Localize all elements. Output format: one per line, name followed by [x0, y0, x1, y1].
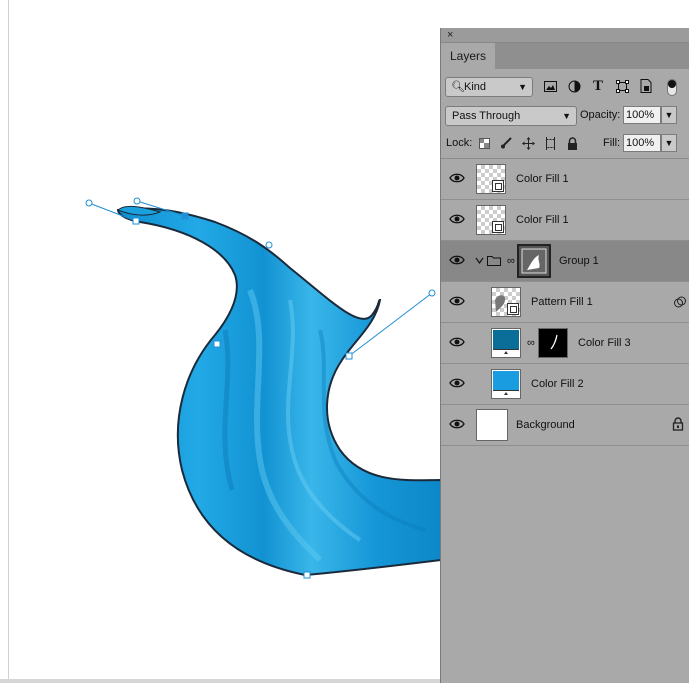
layers-panel: × Layers 🔍︎ Kind ▼ T Pass Through ▼ Opac… — [440, 28, 689, 683]
layer-row[interactable]: Color Fill 1 — [441, 159, 689, 200]
fill-input[interactable]: 100% — [623, 134, 661, 152]
layer-name: Color Fill 1 — [516, 173, 569, 185]
layers-list: Color Fill 1 Color Fill 1 ∞ Group 1 Patt… — [441, 159, 689, 446]
eye-icon[interactable] — [449, 294, 465, 308]
layer-row[interactable]: Color Fill 2 — [441, 364, 689, 405]
color-fill-thumbnail — [491, 369, 521, 399]
layer-name: Background — [516, 419, 575, 431]
color-swatch — [493, 330, 519, 350]
color-swatch — [493, 371, 519, 391]
shape-filter-icon[interactable] — [614, 78, 630, 94]
filter-toggle-switch[interactable] — [667, 79, 677, 96]
layer-thumbnail — [491, 287, 521, 317]
kind-filter-label: Kind — [464, 81, 487, 93]
search-icon: 🔍︎ — [451, 81, 465, 93]
layer-name: Color Fill 3 — [578, 337, 631, 349]
smart-object-badge-icon — [507, 303, 519, 315]
layer-row[interactable]: ∞ Color Fill 3 — [441, 323, 689, 364]
lock-label: Lock: — [446, 137, 473, 149]
eye-icon[interactable] — [449, 171, 465, 185]
kind-filter-select[interactable]: 🔍︎ Kind ▼ — [445, 77, 533, 97]
folder-icon — [487, 256, 501, 266]
layer-row[interactable]: Pattern Fill 1 — [441, 282, 689, 323]
chevron-down-icon: ▼ — [518, 82, 527, 92]
lock-pixels-icon[interactable] — [499, 135, 513, 151]
lock-transparency-icon[interactable] — [477, 135, 491, 151]
smart-object-badge-icon — [492, 221, 504, 233]
layer-mask-thumbnail[interactable] — [538, 328, 568, 358]
layer-effects-icon[interactable] — [674, 296, 687, 308]
canvas-bottom-bar — [0, 679, 441, 683]
lock-row: Lock: Fill: 100% ▼ — [445, 134, 685, 154]
filter-row: 🔍︎ Kind ▼ T — [445, 76, 685, 98]
layer-thumbnail — [476, 205, 506, 235]
eye-icon[interactable] — [449, 335, 465, 349]
layer-thumbnail — [476, 409, 508, 441]
eye-icon[interactable] — [449, 253, 465, 267]
eye-icon[interactable] — [449, 417, 465, 431]
opacity-dropdown-button[interactable]: ▼ — [661, 106, 677, 124]
layer-name: Group 1 — [559, 255, 599, 267]
layer-row-group[interactable]: ∞ Group 1 — [441, 241, 689, 282]
layer-name: Color Fill 1 — [516, 214, 569, 226]
layer-thumbnail — [476, 164, 506, 194]
smart-object-badge-icon — [492, 180, 504, 192]
lock-icon[interactable] — [672, 417, 684, 431]
fill-indicator-icon — [493, 349, 519, 356]
color-fill-thumbnail — [491, 328, 521, 358]
close-icon[interactable]: × — [447, 28, 453, 42]
canvas-left-gutter — [0, 0, 9, 683]
lock-position-icon[interactable] — [521, 135, 535, 151]
lock-all-icon[interactable] — [565, 135, 579, 151]
blend-mode-select[interactable]: Pass Through ▼ — [445, 106, 577, 126]
eye-icon[interactable] — [449, 376, 465, 390]
opacity-label: Opacity: — [580, 109, 621, 121]
fill-dropdown-button[interactable]: ▼ — [661, 134, 677, 152]
opacity-input[interactable]: 100% — [623, 106, 661, 124]
layer-name: Pattern Fill 1 — [531, 296, 593, 308]
chevron-down-icon: ▼ — [562, 111, 571, 121]
group-mask-thumbnail[interactable] — [517, 244, 551, 278]
link-icon[interactable]: ∞ — [527, 336, 535, 350]
blend-mode-value: Pass Through — [452, 110, 521, 122]
document-canvas[interactable] — [0, 0, 441, 683]
eye-icon[interactable] — [449, 212, 465, 226]
type-filter-icon[interactable]: T — [590, 78, 606, 94]
layer-row-background[interactable]: Background — [441, 405, 689, 446]
tab-layers[interactable]: Layers — [441, 43, 495, 69]
link-icon[interactable]: ∞ — [507, 254, 515, 268]
blend-row: Pass Through ▼ Opacity: 100% ▼ — [445, 106, 685, 128]
fill-label: Fill: — [603, 137, 621, 149]
lock-artboard-icon[interactable] — [543, 135, 557, 151]
chevron-down-icon[interactable] — [475, 257, 484, 265]
adjustment-filter-icon[interactable] — [566, 78, 582, 94]
fill-indicator-icon — [493, 390, 519, 397]
river-shape — [116, 207, 441, 577]
layer-row[interactable]: Color Fill 1 — [441, 200, 689, 241]
smart-object-filter-icon[interactable] — [638, 78, 654, 94]
panel-header: × — [441, 28, 689, 43]
canvas-artwork[interactable] — [0, 0, 441, 683]
image-filter-icon[interactable] — [542, 78, 558, 94]
panel-tab-bar: Layers — [441, 43, 689, 69]
layer-name: Color Fill 2 — [531, 378, 584, 390]
